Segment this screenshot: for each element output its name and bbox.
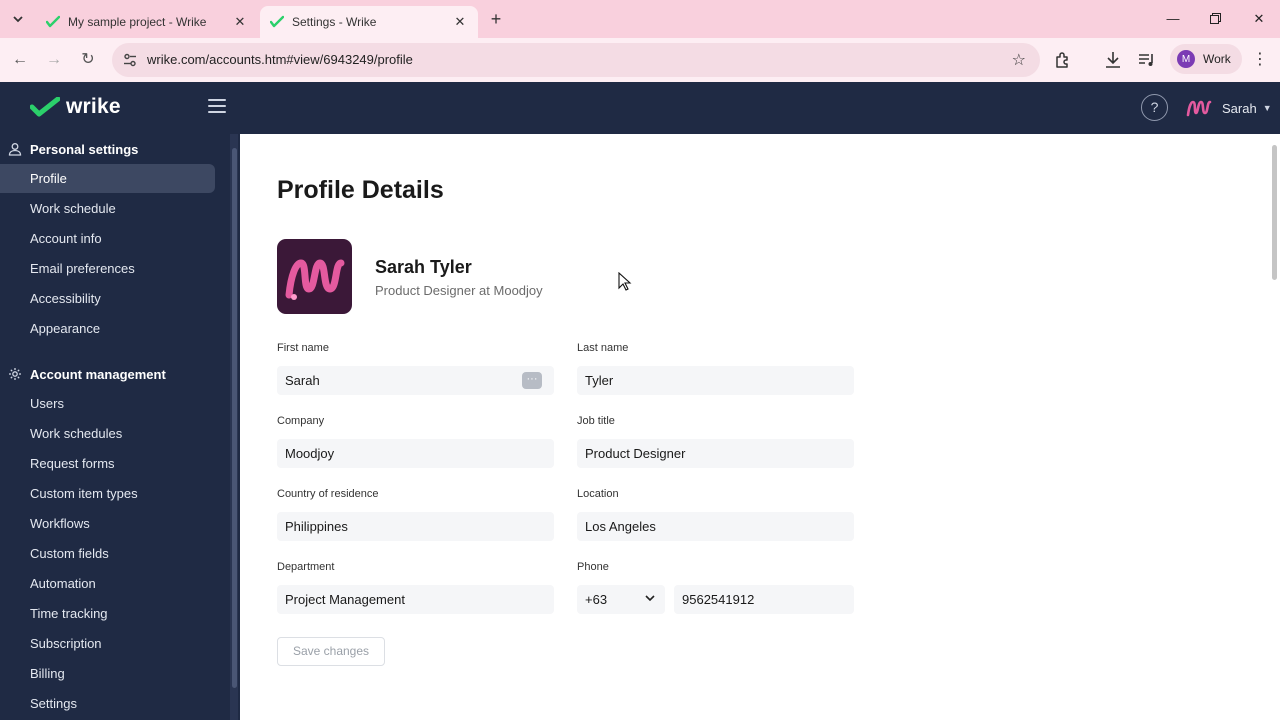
tab-title: Settings - Wrike [292, 15, 377, 29]
sidebar-item-workflows[interactable]: Workflows [0, 509, 215, 538]
wrike-favicon-icon [46, 15, 60, 28]
sidebar-item-accessibility[interactable]: Accessibility [0, 284, 215, 313]
sidebar-item-profile[interactable]: Profile [0, 164, 215, 193]
sidebar-item-request-forms[interactable]: Request forms [0, 449, 215, 478]
wrike-favicon-icon [270, 15, 284, 28]
app-header: wrike ? Sarah ▼ [0, 82, 1280, 134]
password-manager-icon[interactable]: ··· [522, 372, 542, 389]
new-tab-plus-icon[interactable]: + [486, 9, 506, 29]
department-field[interactable]: Project Management [277, 585, 554, 614]
settings-sidebar: Personal settings Profile Work schedule … [0, 134, 240, 720]
company-field[interactable]: Moodjoy [277, 439, 554, 468]
wrike-logo[interactable]: wrike [30, 94, 121, 120]
department-label: Department [277, 561, 335, 573]
sidebar-item-custom-item-types[interactable]: Custom item types [0, 479, 215, 508]
profile-avatar: M [1177, 50, 1195, 68]
job-title-label: Job title [577, 415, 615, 427]
browser-toolbar: ← → ↻ wrike.com/accounts.htm#view/694324… [0, 38, 1280, 82]
company-label: Company [277, 415, 325, 427]
first-name-label: First name [277, 342, 329, 354]
country-field[interactable]: Philippines [277, 512, 554, 541]
sidebar-item-appearance[interactable]: Appearance [0, 314, 215, 343]
download-icon[interactable] [1102, 49, 1124, 71]
moodjoy-logo-icon [285, 259, 345, 300]
tab-close-icon[interactable]: ✕ [452, 14, 468, 30]
main-scroll-thumb[interactable] [1272, 145, 1277, 280]
country-code-select[interactable]: +63 [577, 585, 665, 614]
browser-tab-settings[interactable]: Settings - Wrike ✕ [260, 6, 478, 38]
user-menu[interactable]: Sarah ▼ [1186, 96, 1272, 120]
profile-avatar[interactable] [277, 239, 352, 314]
person-icon [8, 143, 22, 156]
address-bar[interactable]: wrike.com/accounts.htm#view/6943249/prof… [112, 43, 1040, 77]
chevron-down-icon: ▼ [1262, 103, 1272, 113]
country-label: Country of residence [277, 488, 379, 500]
sidebar-item-settings[interactable]: Settings [0, 689, 215, 718]
location-field[interactable]: Los Angeles [577, 512, 854, 541]
sidebar-item-email-preferences[interactable]: Email preferences [0, 254, 215, 283]
hamburger-menu-icon[interactable] [208, 99, 226, 115]
back-arrow-icon[interactable]: ← [8, 48, 32, 72]
tab-close-icon[interactable]: ✕ [232, 14, 248, 30]
section-account-management: Account management [8, 363, 166, 385]
site-settings-icon[interactable] [122, 52, 138, 68]
window-close-icon[interactable]: ✕ [1248, 8, 1270, 30]
profile-label: Work [1203, 52, 1231, 66]
reload-icon[interactable]: ↻ [76, 48, 100, 72]
browser-menu-icon[interactable]: ⋮ [1250, 49, 1270, 71]
job-title-field[interactable]: Product Designer [577, 439, 854, 468]
minimize-icon[interactable]: — [1162, 8, 1184, 30]
last-name-field[interactable]: Tyler [577, 366, 854, 395]
help-icon[interactable]: ? [1141, 94, 1168, 121]
browser-profile-chip[interactable]: M Work [1170, 44, 1242, 74]
save-changes-button[interactable]: Save changes [277, 637, 385, 666]
tab-title: My sample project - Wrike [68, 15, 207, 29]
mouse-cursor-icon [618, 272, 632, 291]
browser-tabstrip: My sample project - Wrike ✕ Settings - W… [0, 0, 1280, 38]
profile-details-panel [240, 134, 1280, 720]
user-avatar-icon [1186, 100, 1212, 117]
logo-text: wrike [66, 95, 121, 118]
restore-icon[interactable] [1204, 8, 1226, 30]
last-name-label: Last name [577, 342, 629, 354]
sidebar-item-time-tracking[interactable]: Time tracking [0, 599, 215, 628]
sidebar-item-subscription[interactable]: Subscription [0, 629, 215, 658]
url-text[interactable]: wrike.com/accounts.htm#view/6943249/prof… [147, 52, 413, 67]
first-name-field[interactable]: Sarah ··· [277, 366, 554, 395]
location-label: Location [577, 488, 619, 500]
profile-subtitle: Product Designer at Moodjoy [375, 283, 543, 298]
media-queue-icon[interactable] [1136, 49, 1158, 71]
sidebar-item-account-info[interactable]: Account info [0, 224, 215, 253]
tab-search-chevron-icon[interactable] [8, 9, 28, 29]
sidebar-scroll-thumb[interactable] [232, 148, 237, 688]
bookmark-star-icon[interactable]: ☆ [1012, 50, 1026, 70]
extensions-puzzle-icon[interactable] [1052, 49, 1074, 71]
sidebar-item-users[interactable]: Users [0, 389, 215, 418]
phone-label: Phone [577, 561, 609, 573]
chevron-down-icon [645, 595, 655, 602]
forward-arrow-icon[interactable]: → [42, 48, 66, 72]
phone-number-field[interactable]: 9562541912 [674, 585, 854, 614]
browser-tab-project[interactable]: My sample project - Wrike ✕ [36, 6, 258, 38]
user-name: Sarah [1222, 100, 1257, 116]
sidebar-item-custom-fields[interactable]: Custom fields [0, 539, 215, 568]
gear-icon [9, 368, 21, 380]
page-title: Profile Details [277, 176, 444, 204]
section-personal-settings: Personal settings [8, 138, 138, 160]
wrike-check-icon [30, 97, 60, 117]
sidebar-item-work-schedules[interactable]: Work schedules [0, 419, 215, 448]
sidebar-item-billing[interactable]: Billing [0, 659, 215, 688]
profile-full-name: Sarah Tyler [375, 257, 472, 277]
sidebar-item-automation[interactable]: Automation [0, 569, 215, 598]
sidebar-item-work-schedule[interactable]: Work schedule [0, 194, 215, 223]
